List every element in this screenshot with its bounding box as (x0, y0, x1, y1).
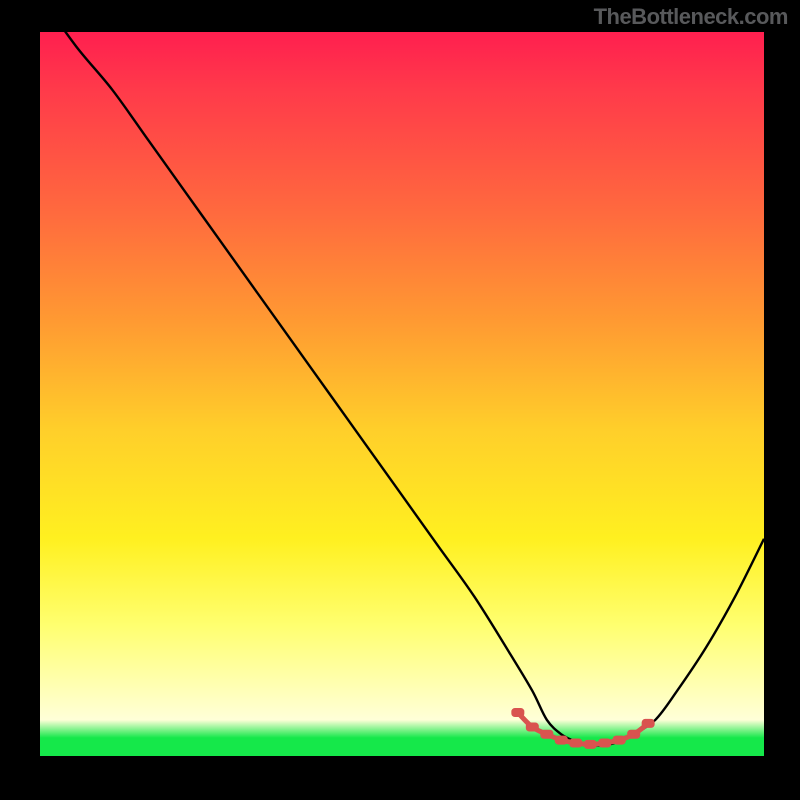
optimal-marker (511, 708, 524, 717)
optimal-marker (555, 736, 568, 745)
optimal-marker (613, 736, 626, 745)
curve-layer (40, 32, 764, 756)
optimal-marker (642, 719, 655, 728)
chart-container: TheBottleneck.com (0, 0, 800, 800)
bottleneck-curve-path (40, 0, 764, 746)
plot-area (40, 32, 764, 756)
optimal-band-markers (511, 708, 654, 749)
optimal-marker (569, 738, 582, 747)
optimal-marker (526, 723, 539, 732)
optimal-marker (540, 730, 553, 739)
optimal-marker (584, 740, 597, 749)
watermark-text: TheBottleneck.com (594, 4, 788, 30)
optimal-marker (627, 730, 640, 739)
optimal-marker (598, 738, 611, 747)
